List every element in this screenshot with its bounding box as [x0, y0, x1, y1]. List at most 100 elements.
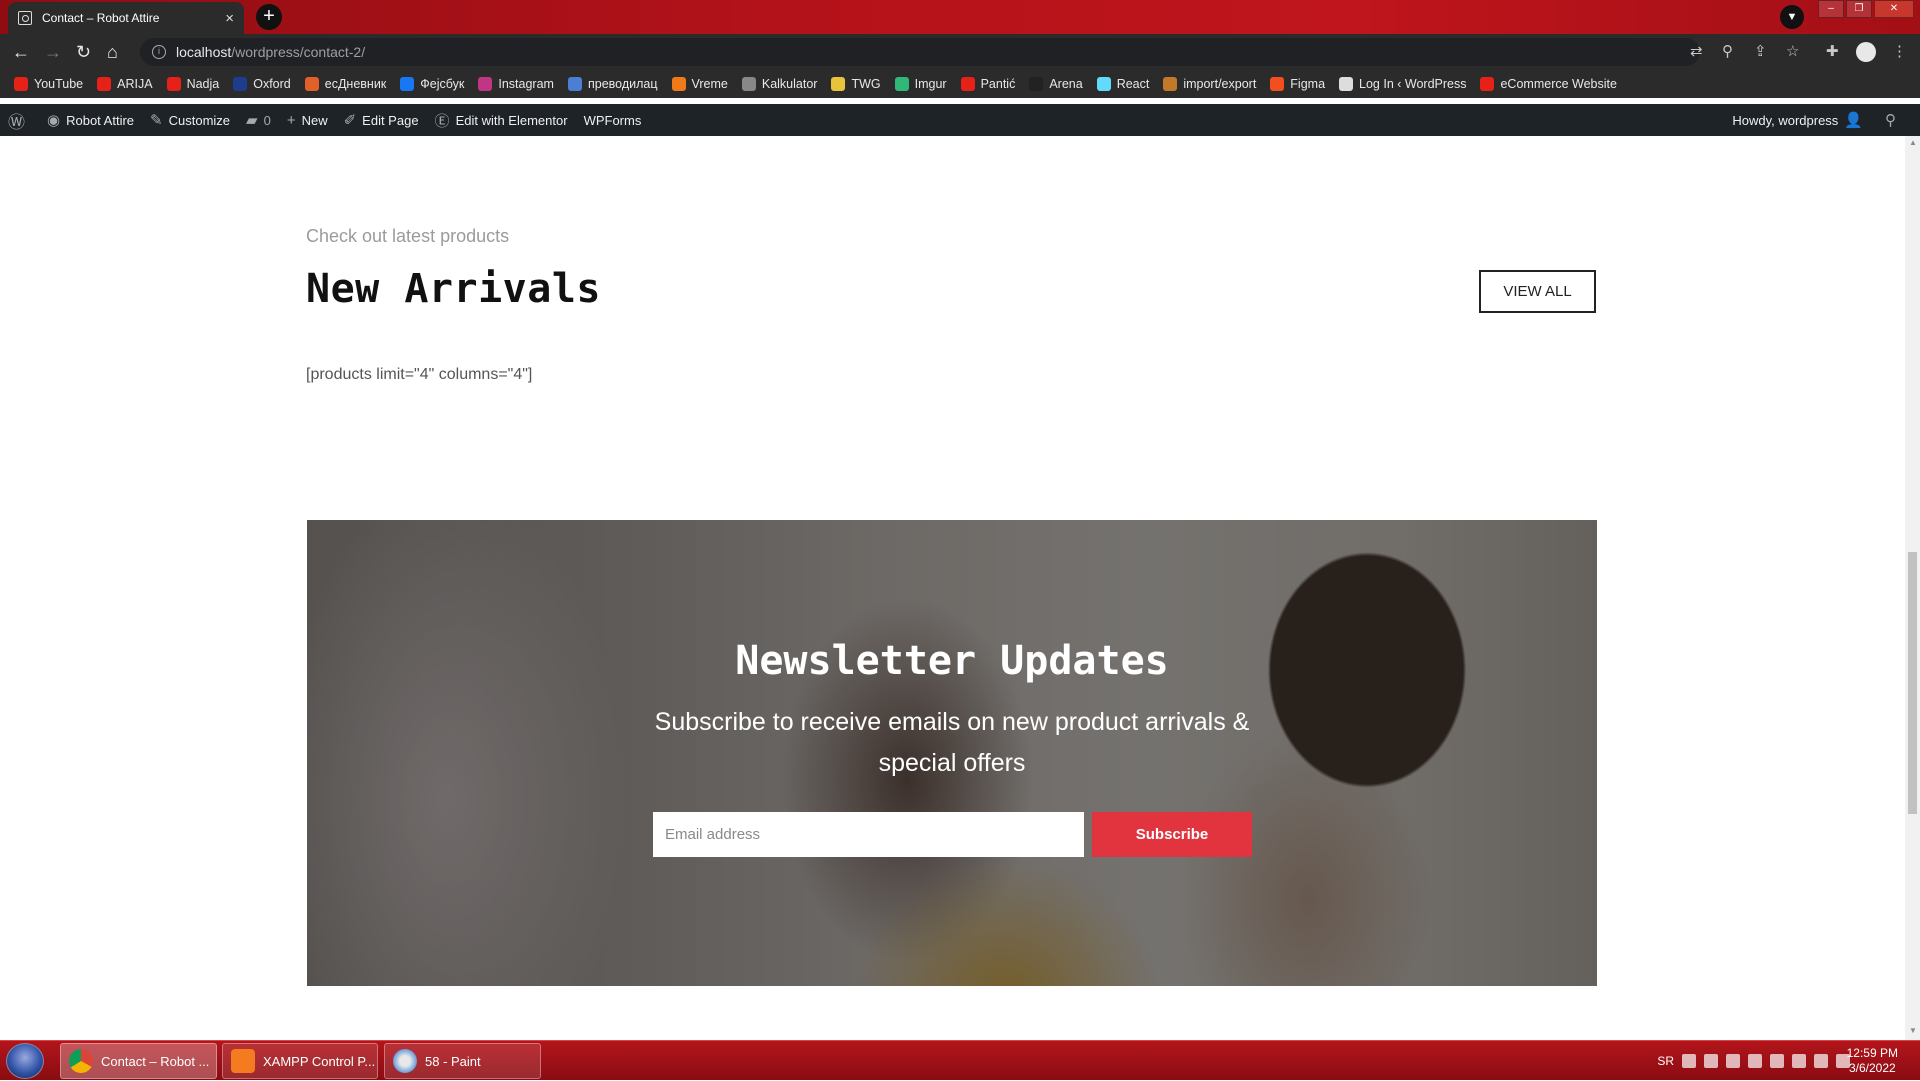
bookmark-favicon-icon [1339, 77, 1354, 91]
minimize-window-button[interactable]: ‒ [1818, 0, 1844, 18]
chrome-menu-icon[interactable]: ⋮ [1892, 42, 1907, 60]
bookmark-label: Kalkulator [761, 77, 818, 91]
bookmark-item[interactable]: YouTube [14, 77, 83, 91]
tab-search-chevron-icon[interactable]: ▼ [1780, 5, 1804, 29]
comments-link[interactable]: ▰ 0 [246, 111, 271, 129]
reload-icon[interactable]: ↻ [76, 42, 91, 62]
bookmark-label: Figma [1290, 77, 1326, 91]
security-tray-icon[interactable] [1704, 1054, 1718, 1068]
restore-window-button[interactable]: ❐ [1846, 0, 1872, 18]
taskbar-item-paint[interactable]: 58 - Paint [384, 1043, 541, 1079]
bookmark-item[interactable]: Nadja [166, 77, 219, 91]
chrome-icon [69, 1049, 93, 1073]
bookmark-favicon-icon [166, 77, 181, 91]
edit-page-link[interactable]: ✐ Edit Page [344, 111, 419, 129]
translate-icon[interactable]: ⇄ [1690, 42, 1703, 60]
email-field[interactable] [653, 812, 1084, 857]
bookmark-label: Oxford [253, 77, 291, 91]
bookmark-label: Arena [1049, 77, 1083, 91]
bookmark-item[interactable]: есДневник [304, 77, 386, 91]
bluetooth-tray-icon[interactable] [1770, 1054, 1784, 1068]
flag-tray-icon[interactable] [1792, 1054, 1806, 1068]
language-indicator[interactable]: SR [1657, 1054, 1674, 1068]
bookmark-item[interactable]: import/export [1163, 77, 1256, 91]
site-name-link[interactable]: ◉ Robot Attire [47, 111, 134, 129]
scroll-thumb[interactable] [1908, 552, 1917, 814]
bookmark-favicon-icon [1096, 77, 1111, 91]
bookmark-label: преводилац [587, 77, 658, 91]
bookmark-label: eCommerce Website [1500, 77, 1617, 91]
tab-strip: Contact – Robot Attire × + ▼ ‒ ❐ ✕ [0, 0, 1920, 34]
section-eyebrow: Check out latest products [306, 226, 510, 246]
bookmark-item[interactable]: Vreme [671, 77, 728, 91]
profile-avatar-icon[interactable] [1856, 42, 1876, 62]
taskbar-item-chrome[interactable]: Contact – Robot ... [60, 1043, 217, 1079]
customize-link[interactable]: ✎ Customize [150, 111, 230, 129]
bookmark-item[interactable]: Oxford [233, 77, 291, 91]
bookmark-item[interactable]: Instagram [478, 77, 554, 91]
tab-title: Contact – Robot Attire [42, 11, 160, 25]
start-button-icon[interactable] [6, 1043, 44, 1079]
new-content-link[interactable]: + New [287, 112, 328, 129]
howdy-account-link[interactable]: Howdy, wordpress 👤 [1732, 111, 1869, 129]
app-tray-icon[interactable] [1726, 1054, 1740, 1068]
pencil-icon: ✐ [343, 112, 357, 129]
zoom-icon[interactable]: ⚲ [1722, 42, 1733, 60]
bookmark-label: Instagram [498, 77, 554, 91]
bookmark-item[interactable]: eCommerce Website [1480, 77, 1617, 91]
home-icon[interactable]: ⌂ [107, 42, 118, 62]
bookmark-item[interactable]: TWG [831, 77, 881, 91]
wordpress-logo-icon[interactable]: Ⓦ [8, 108, 31, 133]
bookmarks-bar: YouTube ARIJA Nadja Oxford есДневник Фејсбук I… [0, 70, 1920, 98]
wp-admin-bar: Ⓦ ◉ Robot Attire ✎ Customize ▰ 0 + New ✐ Edit… [0, 104, 1920, 136]
bookmark-favicon-icon [1480, 77, 1495, 91]
bookmark-item[interactable]: преводилац [567, 77, 658, 91]
wordpress-favicon-icon [18, 11, 32, 25]
page-content: Check out latest products New Arrivals V… [0, 136, 1905, 1040]
scroll-down-icon[interactable]: ▼ [1909, 1026, 1917, 1035]
bookmark-label: YouTube [34, 77, 84, 91]
site-info-icon[interactable]: i [152, 45, 166, 59]
bookmark-item[interactable]: Imgur [894, 77, 947, 91]
wpforms-link[interactable]: WPForms [584, 113, 642, 128]
browser-toolbar: ← → ↻ ⌂ i localhost/wordpress/contact-2/… [0, 34, 1920, 70]
bookmark-favicon-icon [1270, 77, 1285, 91]
taskbar-item-xampp[interactable]: XAMPP Control P... [222, 1043, 378, 1079]
newsletter-subtitle: Subscribe to receive emails on new produ… [654, 708, 1250, 777]
search-icon[interactable]: ⚲ [1885, 111, 1902, 129]
extensions-puzzle-icon[interactable]: ✚ [1826, 42, 1839, 60]
bookmark-item[interactable]: Figma [1270, 77, 1325, 91]
new-tab-button[interactable]: + [256, 4, 282, 30]
page-scrollbar[interactable]: ▲ ▼ [1905, 136, 1920, 1040]
view-all-button[interactable]: VIEW ALL [1479, 270, 1596, 313]
bookmark-favicon-icon [233, 77, 248, 91]
bookmark-item[interactable]: Arena [1029, 77, 1083, 91]
bookmark-favicon-icon [894, 77, 909, 91]
browser-tab[interactable]: Contact – Robot Attire × [8, 2, 244, 34]
share-icon[interactable]: ⇪ [1754, 42, 1767, 60]
network-tray-icon[interactable] [1814, 1054, 1828, 1068]
close-tab-icon[interactable]: × [225, 10, 234, 27]
clock[interactable]: 12:59 PM 3/6/2022 [1847, 1046, 1898, 1076]
bookmark-item[interactable]: Log In ‹ WordPress [1339, 77, 1466, 91]
bookmark-item[interactable]: Pantić [960, 77, 1015, 91]
bookmark-favicon-icon [304, 77, 319, 91]
bookmark-item[interactable]: Kalkulator [741, 77, 818, 91]
bookmark-item[interactable]: React [1096, 77, 1149, 91]
xampp-tray-icon[interactable] [1682, 1054, 1696, 1068]
bookmark-item[interactable]: Фејсбук [400, 77, 464, 91]
edit-with-elementor-link[interactable]: Ⓔ Edit with Elementor [435, 110, 568, 131]
usb-tray-icon[interactable] [1748, 1054, 1762, 1068]
forward-arrow-icon[interactable]: → [44, 42, 62, 62]
bookmark-item[interactable]: ARIJA [97, 77, 153, 91]
elementor-icon: Ⓔ [434, 112, 450, 130]
scroll-up-icon[interactable]: ▲ [1909, 138, 1917, 147]
bookmark-favicon-icon [400, 77, 415, 91]
url-path: /wordpress/contact-2/ [231, 44, 366, 60]
bookmark-star-icon[interactable]: ☆ [1786, 42, 1799, 60]
subscribe-button[interactable]: Subscribe [1092, 812, 1252, 857]
clock-time: 12:59 PM [1846, 1046, 1898, 1060]
address-bar[interactable]: i localhost/wordpress/contact-2/ [140, 38, 1700, 66]
back-arrow-icon[interactable]: ← [12, 42, 30, 62]
close-window-button[interactable]: ✕ [1874, 0, 1914, 18]
